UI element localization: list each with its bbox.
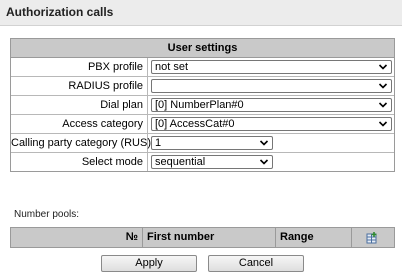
- chevron-down-icon: [378, 121, 388, 127]
- column-header-first-number: First number: [143, 228, 276, 247]
- row-access-category: Access category [0] AccessCat#0: [11, 115, 394, 134]
- user-settings-panel: User settings PBX profile not set RADIUS…: [10, 38, 395, 172]
- dial-plan-value: [0] NumberPlan#0: [155, 99, 244, 111]
- chevron-down-icon: [378, 64, 388, 70]
- row-pbx-profile: PBX profile not set: [11, 58, 394, 77]
- title-bar: Authorization calls: [0, 0, 402, 26]
- row-radius-profile: RADIUS profile: [11, 77, 394, 96]
- radius-profile-label: RADIUS profile: [11, 77, 148, 95]
- page-title: Authorization calls: [6, 5, 114, 19]
- radius-profile-select[interactable]: [151, 79, 392, 93]
- chevron-down-icon: [259, 140, 269, 146]
- row-select-mode: Select mode sequential: [11, 153, 394, 171]
- access-category-select[interactable]: [0] AccessCat#0: [151, 117, 392, 131]
- row-dial-plan: Dial plan [0] NumberPlan#0: [11, 96, 394, 115]
- select-mode-label: Select mode: [11, 153, 148, 171]
- calling-party-category-select[interactable]: 1: [151, 136, 273, 150]
- dial-plan-select[interactable]: [0] NumberPlan#0: [151, 98, 392, 112]
- row-calling-party-category: Calling party category (RUS) 1: [11, 134, 394, 153]
- add-pool-button[interactable]: [352, 228, 394, 247]
- calling-party-category-value: 1: [155, 137, 162, 149]
- number-pools-label: Number pools:: [14, 209, 80, 220]
- chevron-down-icon: [378, 102, 388, 108]
- pbx-profile-select[interactable]: not set: [151, 60, 392, 74]
- pbx-profile-value: not set: [155, 61, 189, 73]
- add-row-icon: [366, 231, 377, 243]
- cancel-button[interactable]: Cancel: [208, 255, 304, 272]
- access-category-value: [0] AccessCat#0: [155, 118, 235, 130]
- access-category-label: Access category: [11, 115, 148, 133]
- calling-party-category-label: Calling party category (RUS): [11, 134, 151, 152]
- dial-plan-label: Dial plan: [11, 96, 148, 114]
- user-settings-header: User settings: [11, 39, 394, 58]
- column-header-number: №: [11, 228, 143, 247]
- chevron-down-icon: [378, 83, 388, 89]
- chevron-down-icon: [259, 159, 269, 165]
- select-mode-value: sequential: [155, 156, 206, 168]
- pbx-profile-label: PBX profile: [11, 58, 148, 76]
- column-header-range: Range: [276, 228, 352, 247]
- number-pools-table-header: № First number Range: [10, 227, 395, 248]
- select-mode-select[interactable]: sequential: [151, 155, 273, 169]
- apply-button[interactable]: Apply: [101, 255, 197, 272]
